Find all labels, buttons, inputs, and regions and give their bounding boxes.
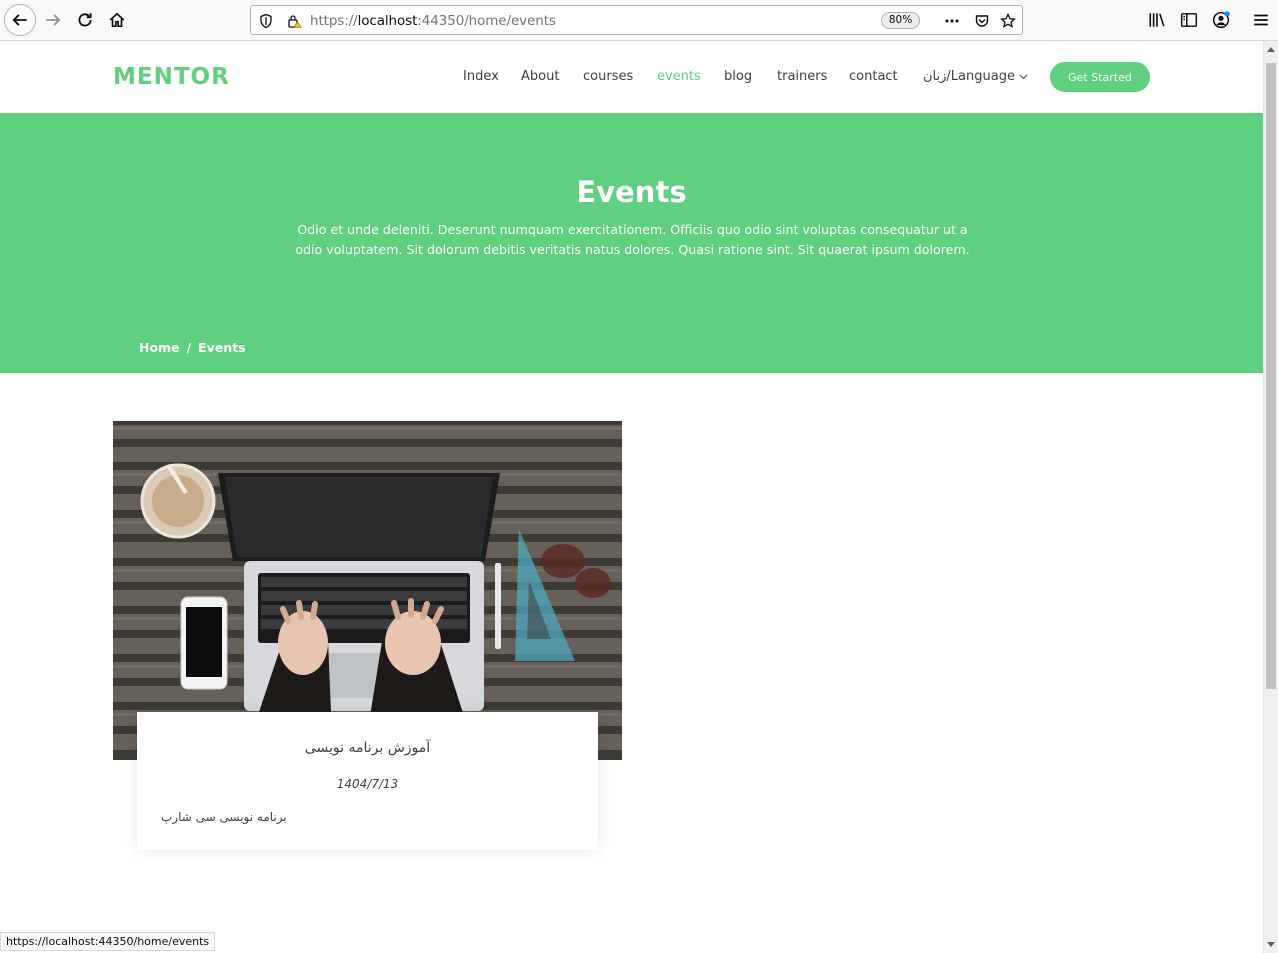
breadcrumb-home[interactable]: Home: [139, 340, 180, 355]
hamburger-icon: [1254, 14, 1268, 26]
bookmark-star-icon[interactable]: [999, 12, 1017, 30]
nav-blog[interactable]: blog: [724, 69, 752, 84]
sidebar-button[interactable]: [1175, 6, 1203, 34]
site-logo[interactable]: MENTOR: [113, 64, 230, 90]
nav-about[interactable]: About: [521, 69, 559, 84]
sidebar-icon: [1180, 13, 1198, 27]
page-hero: Events Odio et unde deleniti. Deserunt n…: [0, 113, 1263, 373]
page-title: Events: [576, 175, 687, 209]
scroll-up-arrow-icon[interactable]: [1267, 47, 1275, 52]
laptop-desk-photo: [113, 421, 622, 760]
nav-contact[interactable]: contact: [849, 69, 898, 84]
event-image[interactable]: [113, 421, 622, 760]
reload-icon: [78, 13, 92, 27]
nav-courses[interactable]: courses: [583, 69, 633, 84]
zoom-level-badge[interactable]: 80%: [881, 12, 920, 29]
url-host: localhost: [357, 13, 418, 29]
home-icon: [109, 12, 125, 28]
shield-icon[interactable]: [257, 12, 275, 30]
event-card[interactable]: آموزش برنامه نویسی 1404/7/13 برنامه نویس…: [137, 712, 598, 850]
nav-language-dropdown[interactable]: زبان/Language: [923, 69, 1028, 84]
event-description: برنامه نویسی سی شارپ: [161, 810, 287, 824]
arrow-right-icon: [46, 14, 61, 26]
url-scheme: https://: [310, 13, 358, 29]
browser-toolbar: https://localhost:44350/home/events 80%: [0, 0, 1278, 41]
menu-button[interactable]: [1247, 6, 1275, 34]
event-date: 1404/7/13: [336, 777, 399, 791]
account-button[interactable]: [1207, 6, 1235, 34]
breadcrumb: Home / Events: [139, 340, 246, 355]
breadcrumb-current: Events: [198, 340, 246, 355]
address-bar[interactable]: https://localhost:44350/home/events 80%: [250, 5, 1023, 35]
vertical-scrollbar[interactable]: [1263, 41, 1278, 953]
nav-language-label: زبان/Language: [923, 69, 1015, 84]
home-button[interactable]: [103, 6, 131, 34]
link-status-bar: https://localhost:44350/home/events: [0, 932, 216, 951]
url-text[interactable]: https://localhost:44350/home/events: [310, 13, 556, 29]
scrollbar-thumb[interactable]: [1266, 63, 1276, 689]
back-button[interactable]: [4, 4, 36, 36]
nav-events[interactable]: events: [657, 69, 701, 84]
library-icon: [1149, 13, 1165, 27]
get-started-button[interactable]: Get Started: [1050, 62, 1150, 92]
scroll-down-arrow-icon[interactable]: [1267, 942, 1275, 947]
reload-button[interactable]: [71, 6, 99, 34]
breadcrumb-separator: /: [186, 340, 192, 355]
page-description: Odio et unde deleniti. Deserunt numquam …: [295, 222, 970, 257]
pocket-icon[interactable]: [973, 12, 991, 30]
chevron-down-icon: [1019, 74, 1028, 79]
nav-trainers[interactable]: trainers: [777, 69, 827, 84]
page-actions-icon[interactable]: [943, 12, 961, 30]
nav-index[interactable]: Index: [463, 69, 499, 84]
insecure-lock-icon[interactable]: [285, 12, 303, 30]
site-header: MENTOR Index About courses events blog t…: [0, 41, 1263, 113]
forward-button[interactable]: [39, 6, 67, 34]
arrow-left-icon: [12, 14, 27, 26]
event-title[interactable]: آموزش برنامه نویسی: [137, 740, 598, 756]
account-icon: [1212, 11, 1230, 29]
url-path: :44350/home/events: [417, 13, 556, 29]
library-button[interactable]: [1143, 6, 1171, 34]
